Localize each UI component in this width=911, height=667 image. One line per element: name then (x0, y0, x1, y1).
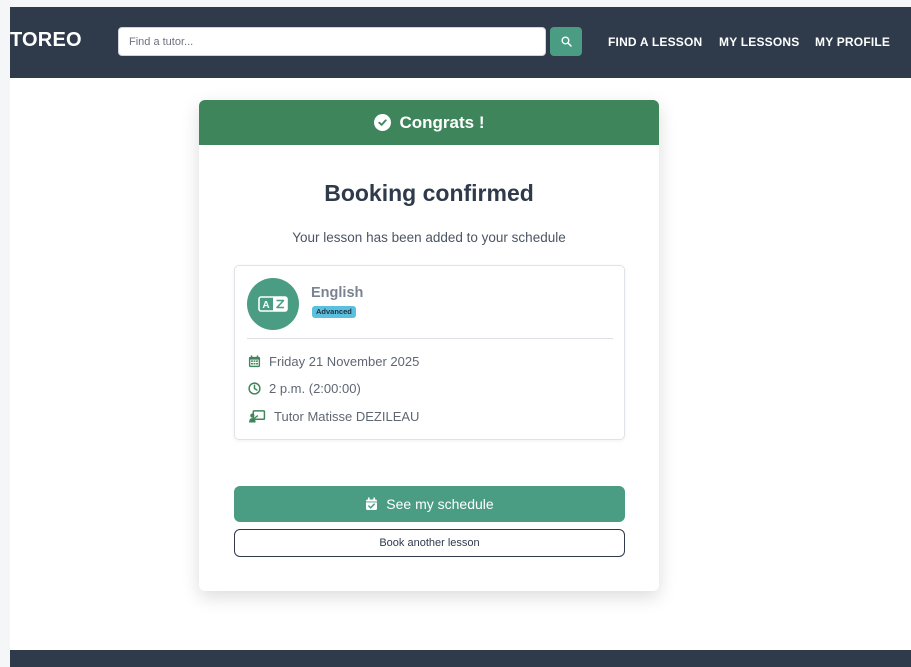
search-input[interactable] (118, 27, 546, 56)
lesson-time-row: 2 p.m. (2:00:00) (248, 381, 361, 396)
page-title: Booking confirmed (324, 180, 534, 206)
translate-icon: A (247, 278, 299, 330)
lesson-time: 2 p.m. (2:00:00) (269, 381, 361, 396)
lesson-date-row: Friday 21 November 2025 (248, 354, 419, 369)
svg-text:A: A (262, 300, 269, 311)
page-subtitle: Your lesson has been added to your sched… (292, 230, 566, 245)
nav-find-lesson[interactable]: FIND A LESSON (608, 35, 702, 49)
booking-confirmation-card: Congrats ! Booking confirmed Your lesson… (199, 100, 659, 591)
card-header: Congrats ! (199, 100, 659, 145)
app-frame: TOREO FIND A LESSON MY LESSONS MY PROFIL… (10, 7, 911, 667)
lesson-tutor: Tutor Matisse DEZILEAU (274, 409, 420, 424)
calendar-check-icon (366, 497, 378, 510)
see-schedule-label: See my schedule (386, 496, 494, 512)
clock-icon (248, 382, 261, 395)
card-header-text: Congrats ! (399, 112, 485, 132)
navbar: TOREO FIND A LESSON MY LESSONS MY PROFIL… (10, 7, 911, 78)
see-schedule-button[interactable]: See my schedule (234, 486, 625, 522)
footer (10, 650, 911, 667)
search-button[interactable] (550, 27, 582, 56)
calendar-icon (248, 355, 261, 368)
book-another-lesson-button[interactable]: Book another lesson (234, 529, 625, 557)
brand-logo[interactable]: TOREO (10, 29, 82, 52)
teacher-icon (249, 410, 266, 423)
lesson-summary: A English Advanced Friday 21 November 20… (234, 265, 625, 440)
divider (247, 338, 613, 339)
check-circle-icon (373, 114, 391, 131)
lesson-tutor-row: Tutor Matisse DEZILEAU (248, 409, 419, 424)
level-badge: Advanced (312, 306, 356, 318)
nav-my-lessons[interactable]: MY LESSONS (719, 35, 799, 49)
nav-my-profile[interactable]: MY PROFILE (815, 35, 890, 49)
lesson-subject: English (311, 285, 364, 301)
lesson-date: Friday 21 November 2025 (269, 354, 420, 369)
search-icon (560, 36, 572, 47)
